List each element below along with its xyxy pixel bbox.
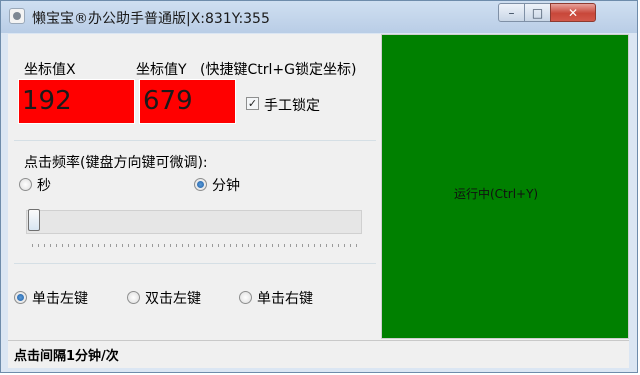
settings-panel: 坐标值X 坐标值Y (快捷键Ctrl+G锁定坐标) 192 679 ✓ 手工锁定… [8, 34, 380, 339]
app-icon [9, 8, 25, 24]
client-area: 坐标值X 坐标值Y (快捷键Ctrl+G锁定坐标) 192 679 ✓ 手工锁定… [8, 34, 629, 368]
unit-option-seconds[interactable]: 秒 [37, 175, 51, 195]
maximize-icon: □ [531, 5, 544, 20]
manual-lock-checkbox[interactable]: ✓ [246, 97, 259, 110]
frequency-slider[interactable] [26, 210, 362, 234]
unit-radio-seconds[interactable] [19, 178, 32, 191]
x-coord-label: 坐标值X [24, 62, 76, 78]
minimize-button[interactable]: – [498, 3, 525, 22]
status-text: 点击间隔1分钟/次 [14, 349, 119, 364]
title-bar[interactable]: 懒宝宝®办公助手普通版|X:831Y:355 – □ ✕ [1, 1, 637, 33]
unit-option-minutes[interactable]: 分钟 [212, 175, 240, 195]
mode-radio-double-left[interactable] [127, 291, 140, 304]
x-coord-value: 192 [18, 79, 135, 124]
minimize-icon: – [508, 5, 515, 20]
divider [14, 140, 376, 141]
manual-lock-label[interactable]: 手工锁定 [264, 95, 320, 115]
y-coord-value: 679 [139, 79, 236, 124]
y-coord-label: 坐标值Y [136, 62, 187, 78]
mode-option-single-right[interactable]: 单击右键 [257, 288, 313, 308]
close-icon: ✕ [567, 5, 579, 20]
app-window: 懒宝宝®办公助手普通版|X:831Y:355 – □ ✕ 坐标值X 坐标值Y (… [0, 0, 638, 373]
unit-radio-minutes[interactable] [194, 178, 207, 191]
divider [14, 263, 376, 264]
mode-radio-single-right[interactable] [239, 291, 252, 304]
maximize-button[interactable]: □ [524, 3, 551, 22]
slider-thumb[interactable] [28, 209, 40, 231]
close-button[interactable]: ✕ [550, 3, 596, 22]
mode-radio-single-left[interactable] [14, 291, 27, 304]
run-status-label: 运行中(Ctrl+Y) [454, 187, 539, 201]
mode-option-single-left[interactable]: 单击左键 [32, 288, 88, 308]
window-title: 懒宝宝®办公助手普通版|X:831Y:355 [32, 11, 270, 27]
lock-hint: (快捷键Ctrl+G锁定坐标) [200, 62, 357, 78]
run-status-panel[interactable]: 运行中(Ctrl+Y) [381, 34, 629, 339]
frequency-label: 点击频率(键盘方向键可微调): [24, 155, 208, 171]
mode-option-double-left[interactable]: 双击左键 [145, 288, 201, 308]
slider-ticks [32, 244, 358, 247]
status-bar: 点击间隔1分钟/次 [8, 340, 629, 368]
